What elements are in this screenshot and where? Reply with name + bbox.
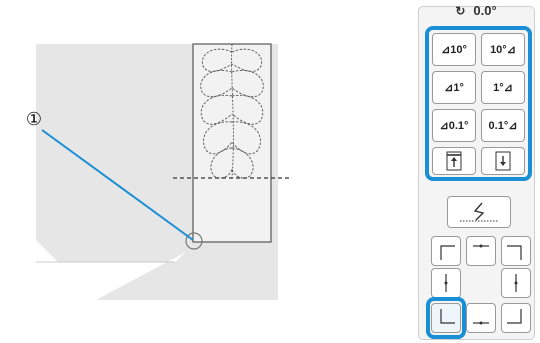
rotate-right-icon: ⊿ [506,44,516,56]
rotate-left-icon: ⊿ [439,120,449,132]
rotate-right-icon: ⊿ [503,82,513,94]
corner-top-left-button[interactable] [431,236,461,266]
edge-bottom-center-button[interactable] [466,303,496,333]
callout-number: ① [25,109,43,130]
stitch-line-button[interactable] [447,196,511,228]
move-down-button[interactable] [481,147,525,175]
corner-bottom-left-icon [440,309,455,324]
corner-bottom-right-icon [507,309,522,324]
edge-bottom-center-icon [473,321,489,325]
rotate-left-icon: ⊿ [441,44,451,56]
rotate-right-0.1-button[interactable]: 0.1° ⊿ [481,109,525,142]
rotate-right-1-button[interactable]: 1° ⊿ [481,71,525,104]
corner-bottom-left-button[interactable] [431,303,461,333]
edge-middle-left-icon [444,274,448,292]
zigzag-stitch-icon [460,202,498,222]
edge-top-center-button[interactable] [466,236,496,266]
rotate-left-10-button[interactable]: ⊿ 10° [432,33,476,66]
corner-top-right-button[interactable] [501,236,531,266]
edge-top-center-icon [473,244,489,248]
rotate-right-10-button[interactable]: 10° ⊿ [481,33,525,66]
corner-bottom-right-button[interactable] [501,303,531,333]
corner-top-right-icon [507,245,522,260]
rotation-angle-value: 0.0° [473,3,497,18]
rotate-left-0.1-button[interactable]: ⊿ 0.1° [432,109,476,142]
move-up-button[interactable] [432,147,476,175]
rotate-left-1-button[interactable]: ⊿ 1° [432,71,476,104]
edge-middle-right-button[interactable] [501,268,531,298]
corner-top-left-icon [440,245,455,260]
rotate-icon: ↻ [455,4,466,18]
rotate-left-icon: ⊿ [444,82,454,94]
edge-middle-left-button[interactable] [431,268,461,298]
arrow-up-frame-icon [446,151,462,171]
quilting-illustration [36,43,292,300]
arrow-down-frame-icon [495,151,511,171]
rotate-right-icon: ⊿ [508,120,518,132]
rotation-readout: ↻ 0.0° [420,2,532,22]
edge-middle-right-icon [514,274,518,292]
